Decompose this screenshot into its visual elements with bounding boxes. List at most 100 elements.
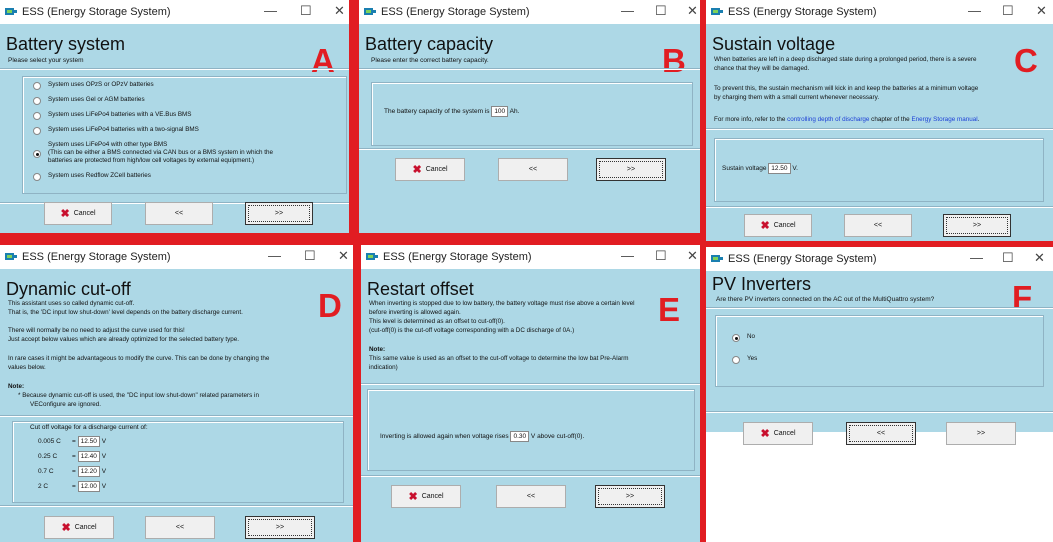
intro-text: To prevent this, the sustain mechanism w… <box>714 85 979 92</box>
page-heading: Dynamic cut-off <box>6 279 131 299</box>
restart-offset-suffix: V above cut-off(0). <box>530 433 585 441</box>
panel-letter: D <box>318 287 342 324</box>
back-button[interactable]: << <box>496 485 566 508</box>
cutoff-voltage-input[interactable]: 12.20 <box>77 466 100 477</box>
page-heading: Battery system <box>6 34 126 54</box>
radio-gel-agm[interactable] <box>33 97 41 105</box>
back-button[interactable]: << <box>145 202 213 225</box>
maximize-button[interactable]: ☐ <box>1002 3 1014 19</box>
note-text: This same value is used as an offset to … <box>369 355 629 362</box>
radio-lifepo4-vebus[interactable] <box>33 112 41 120</box>
close-button[interactable]: ✕ <box>338 248 349 264</box>
window-title: ESS (Energy Storage System) <box>728 253 877 265</box>
next-button[interactable]: >> <box>596 158 666 181</box>
minimize-button[interactable]: — <box>970 250 983 265</box>
page-subtitle: Please select your system <box>8 57 84 64</box>
sustain-voltage-input[interactable]: 12.50 <box>768 163 791 174</box>
maximize-button[interactable]: ☐ <box>655 3 667 19</box>
next-button[interactable]: >> <box>946 422 1016 445</box>
option-label: No <box>747 333 756 340</box>
current-label: 0.25 C <box>38 453 58 461</box>
cutoff-row: 0.25 C = 12.40 V <box>38 451 106 462</box>
equals-sign: = <box>72 483 76 491</box>
cancel-label: Cancel <box>773 430 796 437</box>
option-label: System uses LiFePo4 batteries with a VE.… <box>48 111 192 118</box>
cancel-button[interactable]: ✖ Cancel <box>391 485 461 508</box>
minimize-button[interactable]: — <box>968 3 981 18</box>
cutoff-voltage-input[interactable]: 12.50 <box>77 436 100 447</box>
intro-text: This assistant uses so called dynamic cu… <box>8 300 135 307</box>
cancel-button[interactable]: ✖ Cancel <box>743 422 813 445</box>
cutoff-voltage-input[interactable]: 12.40 <box>77 451 100 462</box>
cutoff-voltage-input[interactable]: 12.00 <box>77 481 100 492</box>
minimize-button[interactable]: — <box>264 3 277 18</box>
next-button[interactable]: >> <box>595 485 665 508</box>
next-button[interactable]: >> <box>245 516 315 539</box>
close-button[interactable]: ✕ <box>687 248 698 264</box>
radio-no[interactable] <box>732 334 740 342</box>
cancel-button[interactable]: ✖ Cancel <box>44 516 114 539</box>
close-button[interactable]: ✕ <box>334 3 345 19</box>
maximize-button[interactable]: ☐ <box>300 3 312 19</box>
next-button[interactable]: >> <box>943 214 1011 237</box>
radio-opzs[interactable] <box>33 82 41 90</box>
sustain-unit: V. <box>792 165 798 173</box>
window-title: ESS (Energy Storage System) <box>381 6 530 18</box>
option-label-detail: batteries are protected from high/low ce… <box>48 157 255 164</box>
depth-of-discharge-link[interactable]: controlling depth of discharge <box>787 116 869 123</box>
panel-letter: F <box>1012 279 1033 316</box>
back-button[interactable]: << <box>145 516 215 539</box>
radio-yes[interactable] <box>732 356 740 364</box>
divider <box>359 68 700 70</box>
close-button[interactable]: ✕ <box>1034 250 1045 266</box>
minimize-button[interactable]: — <box>621 3 634 18</box>
maximize-button[interactable]: ☐ <box>304 248 316 264</box>
title-bar: ESS (Energy Storage System) — ☐ ✕ <box>0 0 349 24</box>
window-title: ESS (Energy Storage System) <box>728 6 877 18</box>
intro-text: before inverting is allowed again. <box>369 309 461 316</box>
page-heading: PV Inverters <box>712 274 812 294</box>
cancel-button[interactable]: ✖ Cancel <box>744 214 812 237</box>
cancel-x-icon: ✖ <box>760 220 770 232</box>
divider <box>706 128 1053 130</box>
close-button[interactable]: ✕ <box>687 3 698 19</box>
unit-label: V <box>101 468 107 476</box>
maximize-button[interactable]: ☐ <box>1002 250 1014 266</box>
close-button[interactable]: ✕ <box>1036 3 1047 19</box>
radio-lifepo4-other[interactable] <box>33 150 41 158</box>
back-button[interactable]: << <box>498 158 568 181</box>
back-button[interactable]: << <box>846 422 916 445</box>
page-subtitle: Are there PV inverters connected on the … <box>716 296 935 303</box>
panel-letter: B <box>662 42 686 79</box>
restart-offset-input[interactable]: 0.30 <box>510 431 530 442</box>
cutoff-row: 0.7 C = 12.20 V <box>38 466 106 477</box>
divider <box>359 148 700 150</box>
back-button[interactable]: << <box>844 214 912 237</box>
dialog-body: Battery capacity Please enter the correc… <box>359 24 700 233</box>
title-bar: ESS (Energy Storage System) — ☐ ✕ <box>361 245 700 269</box>
equals-sign: = <box>72 438 76 446</box>
option-label: System uses Redflow ZCell batteries <box>48 172 151 179</box>
next-button[interactable]: >> <box>245 202 313 225</box>
sustain-label: Sustain voltage <box>722 165 767 173</box>
intro-text: values below. <box>8 364 46 371</box>
cancel-x-icon: ✖ <box>60 208 70 220</box>
cancel-button[interactable]: ✖ Cancel <box>395 158 465 181</box>
minimize-button[interactable]: — <box>268 248 281 263</box>
radio-redflow[interactable] <box>33 173 41 181</box>
note-text: * Because dynamic cut-off is used, the "… <box>18 392 259 399</box>
maximize-button[interactable]: ☐ <box>655 248 667 264</box>
window-battery-capacity: ESS (Energy Storage System) — ☐ ✕ Batter… <box>359 0 700 233</box>
radio-lifepo4-two-signal[interactable] <box>33 127 41 135</box>
energy-storage-manual-link[interactable]: Energy Storage manual <box>911 116 977 123</box>
minimize-button[interactable]: — <box>621 248 634 263</box>
note-heading: Note: <box>8 383 25 390</box>
divider <box>0 68 349 70</box>
cancel-label: Cancel <box>773 222 796 229</box>
page-subtitle: Please enter the correct battery capacit… <box>371 57 489 64</box>
dialog-body: PV Inverters Are there PV inverters conn… <box>706 271 1053 445</box>
cancel-label: Cancel <box>74 524 97 531</box>
capacity-input[interactable]: 100 <box>491 106 509 117</box>
cancel-button[interactable]: ✖ Cancel <box>44 202 112 225</box>
more-info-text: For more info, refer to the controlling … <box>714 116 980 123</box>
